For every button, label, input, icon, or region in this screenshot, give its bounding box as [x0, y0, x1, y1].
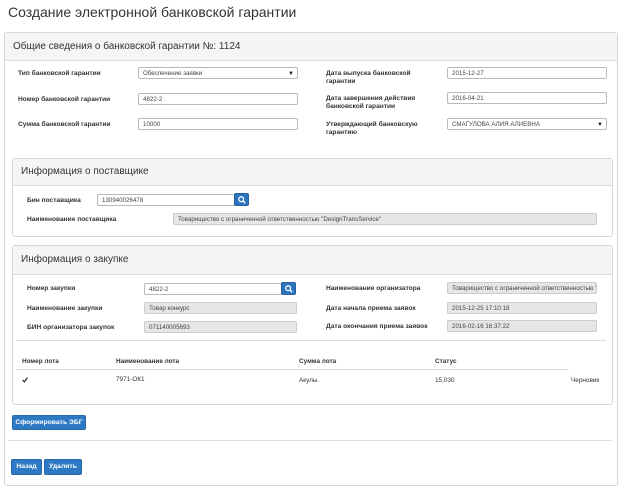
- purchase-panel-header: Информация о закупке: [13, 246, 612, 275]
- approver-select[interactable]: СМАГУЛОВА АЛИЯ АЛИЕВНА ▼: [447, 118, 607, 130]
- end-date-accept-field: 2016-02-16 16:37:22: [447, 320, 597, 332]
- approver-label: Утверждающий банковскую гарантию: [326, 121, 418, 136]
- supplier-search-button[interactable]: [234, 193, 249, 206]
- end-date-accept-label: Дата окончания приема заявок: [326, 323, 428, 330]
- guarantee-type-label: Тип банковской гарантии: [18, 70, 101, 77]
- search-icon: [285, 285, 293, 293]
- search-icon: [238, 196, 246, 204]
- guarantee-type-select[interactable]: Обеспечение заявки ▼: [138, 67, 298, 79]
- back-button[interactable]: Назад: [11, 459, 42, 475]
- supplier-name-field: Товарищество с ограниченной ответственно…: [173, 213, 597, 225]
- organizer-bin-label: БИН организатора закупок: [27, 324, 115, 331]
- guarantee-amount-input[interactable]: 10000: [138, 118, 298, 130]
- col-lot-amount: Сумма лота: [299, 358, 337, 365]
- issue-date-label: Дата выпуска банковской гарантии: [326, 70, 411, 85]
- approver-value: СМАГУЛОВА АЛИЯ АЛИЕВНА: [452, 121, 540, 128]
- col-lot-status: Статус: [435, 358, 457, 365]
- general-header-text: Общие сведения о банковской гарантии №: …: [13, 41, 241, 52]
- generate-ebg-button[interactable]: Сформировать ЭБГ: [12, 415, 86, 430]
- purchase-name-label: Наименование закупки: [27, 305, 103, 312]
- general-panel-header: Общие сведения о банковской гарантии №: …: [5, 33, 617, 61]
- purchase-header-text: Информация о закупке: [21, 254, 129, 265]
- purchase-name-field: Товар конкурс: [144, 302, 297, 314]
- issue-date-input[interactable]: 2015-12-27: [447, 67, 607, 79]
- start-date-field: 2015-12-25 17:10:18: [447, 302, 597, 314]
- guarantee-number-input[interactable]: 4822-2: [138, 93, 298, 105]
- guarantee-amount-label: Сумма банковской гарантии: [18, 121, 111, 128]
- col-lot-number: Номер лота: [22, 358, 59, 365]
- page-title: Создание электронной банковской гарантии: [8, 4, 297, 20]
- supplier-bin-label: Бин поставщика: [27, 197, 81, 204]
- organizer-bin-field: 071140005693: [144, 321, 297, 333]
- end-date-label: Дата завершения действия банковской гара…: [326, 95, 416, 110]
- lot-amount-cell: 15,030: [435, 377, 455, 384]
- lot-amount-text-cell: Акулы.: [299, 377, 320, 384]
- caret-down-icon: ▼: [597, 122, 603, 128]
- purchase-number-input[interactable]: 4822-2: [144, 283, 282, 295]
- end-date-input[interactable]: 2016-04-21: [447, 92, 607, 104]
- purchase-number-label: Номер закупки: [27, 285, 76, 292]
- lot-number-cell: 7971-ОК1: [116, 376, 145, 383]
- table-header-divider: [16, 369, 569, 370]
- table-top-divider: [16, 340, 606, 341]
- table-row[interactable]: 7971-ОК1 Акулы. 15,030 Черновик: [16, 372, 606, 388]
- supplier-bin-input[interactable]: 130940026478: [97, 194, 235, 206]
- organizer-name-field: Товарищество с ограниченной ответственно…: [447, 282, 597, 294]
- col-lot-name: Наименование лота: [116, 358, 180, 365]
- supplier-header-text: Информация о поставщике: [21, 166, 149, 177]
- delete-button[interactable]: Удалить: [44, 459, 82, 475]
- supplier-panel-header: Информация о поставщике: [13, 159, 612, 186]
- start-date-label: Дата начала приема заявок: [326, 305, 416, 312]
- purchase-search-button[interactable]: [281, 282, 296, 295]
- check-icon[interactable]: [22, 377, 28, 383]
- actions-divider: [8, 440, 612, 441]
- guarantee-number-label: Номер банковской гарантии: [18, 96, 111, 103]
- caret-down-icon: ▼: [288, 71, 294, 77]
- organizer-name-label: Наименование организатора: [326, 285, 421, 292]
- lot-status-cell: Черновик: [571, 377, 600, 384]
- supplier-name-label: Наименование поставщика: [27, 216, 117, 223]
- guarantee-type-value: Обеспечение заявки: [143, 70, 203, 77]
